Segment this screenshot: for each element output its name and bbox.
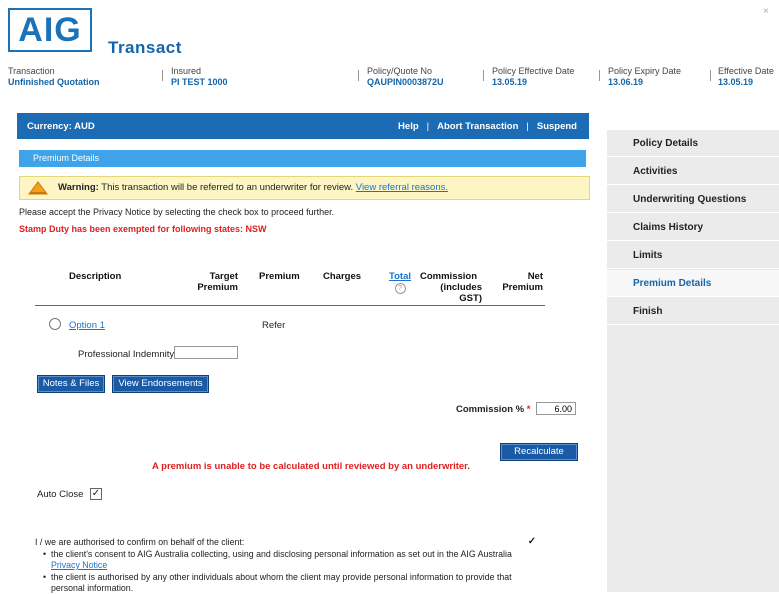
- suspend-link[interactable]: Suspend: [537, 121, 577, 132]
- recalculate-button[interactable]: Recalculate: [500, 443, 578, 461]
- close-icon[interactable]: ×: [763, 6, 769, 17]
- option-1-radio[interactable]: [49, 318, 61, 330]
- sidebar-item-policy-details[interactable]: Policy Details: [607, 130, 779, 157]
- insured-label: Insured: [171, 66, 202, 76]
- header-effdate: Effective Date 13.05.19: [718, 66, 774, 87]
- divider: [162, 70, 163, 81]
- commission-input[interactable]: [536, 402, 576, 415]
- divider: [710, 70, 711, 81]
- transaction-label: Transaction: [8, 66, 55, 76]
- col-target-premium-line2: Premium: [197, 282, 238, 293]
- header-transaction: Transaction Unfinished Quotation: [8, 66, 100, 87]
- underwriter-message: A premium is unable to be calculated unt…: [152, 461, 470, 472]
- privacy-instruction: Please accept the Privacy Notice by sele…: [19, 207, 335, 217]
- policy-effective-label: Policy Effective Date: [492, 66, 575, 76]
- toolbar-links: Help | Abort Transaction | Suspend: [398, 121, 577, 132]
- professional-indemnity-label: Professional Indemnity: [78, 349, 175, 360]
- abort-transaction-link[interactable]: Abort Transaction: [437, 121, 518, 132]
- table-divider: [35, 305, 545, 306]
- divider: [483, 70, 484, 81]
- authorisation-list: the client's consent to AIG Australia co…: [35, 549, 535, 595]
- effective-date-label: Effective Date: [718, 66, 774, 76]
- col-commission-line1: Commission: [420, 271, 478, 282]
- col-commission-line2: (includes: [440, 282, 482, 293]
- col-total: Total ?: [387, 271, 413, 294]
- warning-banner: Warning: This transaction will be referr…: [19, 176, 590, 200]
- bullet-text: the client's consent to AIG Australia co…: [51, 548, 512, 559]
- insured-value: PI TEST 1000: [171, 77, 228, 87]
- commission-label: Commission % *: [456, 404, 530, 415]
- policy-no-value: QAUPIN0003872U: [367, 77, 444, 87]
- toolbar-divider: |: [526, 121, 529, 132]
- policy-expiry-value: 13.06.19: [608, 77, 644, 87]
- view-referral-reasons-link[interactable]: View referral reasons.: [356, 182, 448, 193]
- policy-effective-value: 13.05.19: [492, 77, 528, 87]
- list-item: the client is authorised by any other in…: [43, 571, 535, 595]
- sidebar-item-claims-history[interactable]: Claims History: [607, 214, 779, 241]
- authorisation-text: I / we are authorised to confirm on beha…: [35, 537, 535, 595]
- bullet-text: the client is authorised by any other in…: [51, 571, 512, 594]
- warning-label: Warning:: [58, 182, 99, 193]
- transaction-value: Unfinished Quotation: [8, 77, 100, 87]
- col-net-line1: Net: [527, 271, 543, 282]
- sidebar-item-activities[interactable]: Activities: [607, 158, 779, 185]
- help-icon[interactable]: ?: [394, 283, 406, 294]
- option-1-link[interactable]: Option 1: [69, 320, 105, 331]
- col-net-line2: Premium: [502, 282, 543, 293]
- privacy-notice-link[interactable]: Privacy Notice: [51, 560, 107, 570]
- list-item: the client's consent to AIG Australia co…: [43, 548, 535, 572]
- commission-label-text: Commission %: [456, 404, 525, 415]
- help-link[interactable]: Help: [398, 121, 419, 132]
- warning-icon: [28, 181, 48, 195]
- policy-no-label: Policy/Quote No: [367, 66, 433, 76]
- section-header: Premium Details: [19, 150, 586, 167]
- col-target-premium-line1: Target: [209, 271, 238, 282]
- divider: [599, 70, 600, 81]
- sidebar-item-finish[interactable]: Finish: [607, 298, 779, 325]
- effective-date-value: 13.05.19: [718, 77, 754, 87]
- view-endorsements-button[interactable]: View Endorsements: [112, 375, 209, 393]
- auto-close-checkbox[interactable]: ✓: [90, 488, 102, 500]
- header-policy-no: Policy/Quote No QAUPIN0003872U: [367, 66, 444, 87]
- section-title: Premium Details: [33, 153, 100, 163]
- option-1-premium: Refer: [262, 320, 286, 331]
- sidebar-item-premium-details[interactable]: Premium Details: [607, 270, 779, 297]
- sidebar-item-limits[interactable]: Limits: [607, 242, 779, 269]
- col-commission-line3: GST): [459, 293, 482, 304]
- col-commission: Commission (includes GST): [420, 271, 482, 304]
- app-title: Transact: [108, 38, 182, 57]
- required-marker: *: [526, 404, 531, 415]
- authorisation-checkbox[interactable]: ✓: [527, 537, 537, 547]
- header-effective-date: Policy Effective Date 13.05.19: [492, 66, 574, 87]
- warning-message: This transaction will be referred to an …: [98, 182, 356, 193]
- sidebar-nav: Policy Details Activities Underwriting Q…: [607, 130, 779, 592]
- col-description: Description: [69, 271, 122, 282]
- auto-close-label: Auto Close: [37, 489, 84, 500]
- header-insured: Insured PI TEST 1000: [171, 66, 228, 87]
- currency-label: Currency: AUD: [27, 121, 95, 132]
- aig-logo: AIG: [8, 8, 92, 52]
- col-target-premium: Target Premium: [194, 271, 238, 293]
- notes-files-button[interactable]: Notes & Files: [37, 375, 105, 393]
- warning-text: Warning: This transaction will be referr…: [58, 182, 448, 193]
- header-expiry-date: Policy Expiry Date 13.06.19: [608, 66, 681, 87]
- sidebar-item-underwriting-questions[interactable]: Underwriting Questions: [607, 186, 779, 213]
- col-net-premium: Net Premium: [498, 271, 543, 293]
- stamp-duty-message: Stamp Duty has been exempted for followi…: [19, 224, 267, 234]
- col-charges: Charges: [323, 271, 362, 282]
- authorisation-intro: I / we are authorised to confirm on beha…: [35, 537, 245, 547]
- professional-indemnity-input[interactable]: [174, 346, 238, 359]
- col-premium: Premium: [259, 271, 300, 282]
- main-toolbar: Currency: AUD Help | Abort Transaction | Sus…: [17, 113, 589, 139]
- policy-expiry-label: Policy Expiry Date: [608, 66, 682, 76]
- total-sort-link[interactable]: Total: [387, 271, 413, 282]
- toolbar-divider: |: [426, 121, 430, 132]
- divider: [358, 70, 359, 81]
